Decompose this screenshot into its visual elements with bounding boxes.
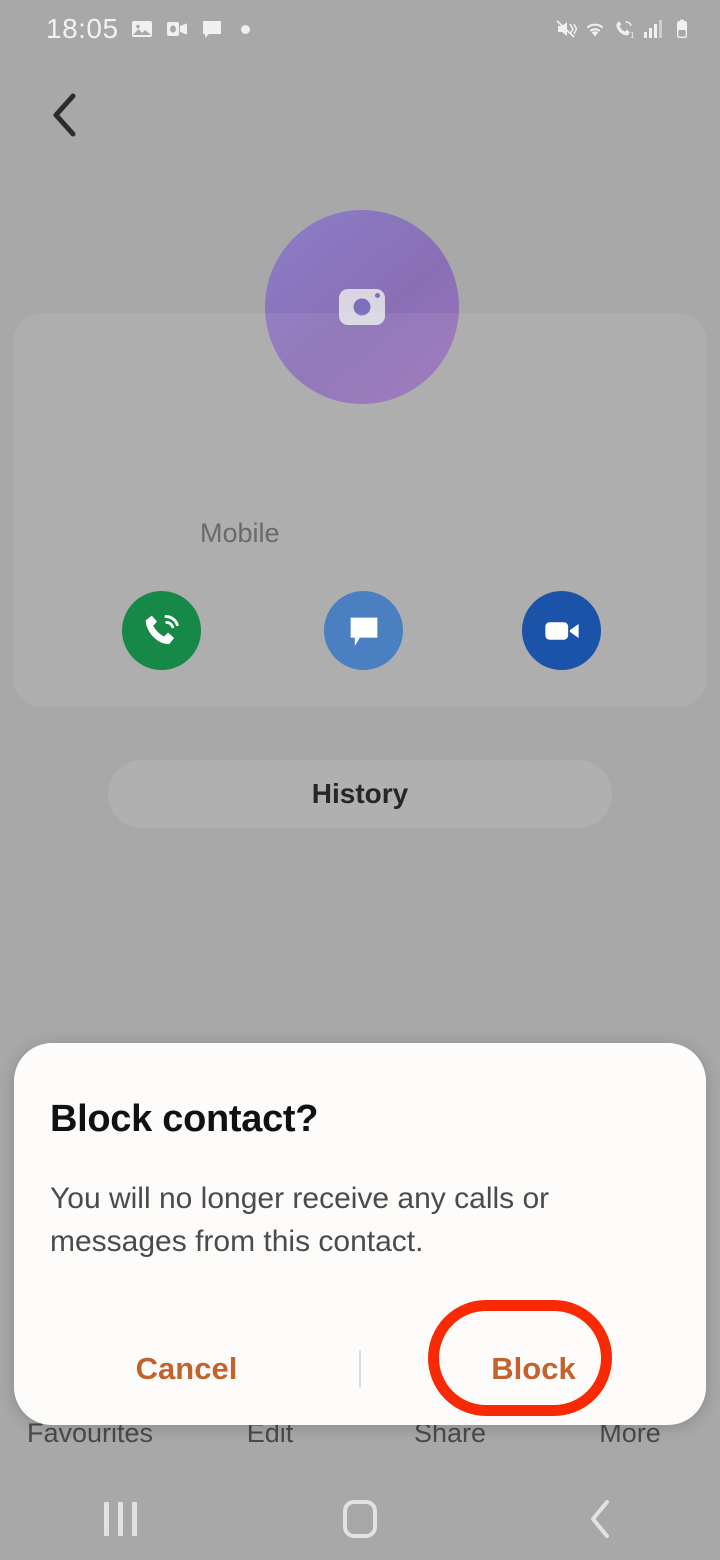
battery-icon — [677, 19, 687, 38]
wifi-calling-icon: 1 — [616, 21, 635, 40]
nav-back-button[interactable] — [480, 1498, 720, 1540]
chat-bubble-icon — [350, 617, 377, 646]
dialog-action-row: Cancel Block — [14, 1313, 706, 1425]
gallery-icon — [131, 21, 152, 37]
signal-bars-icon — [644, 20, 662, 38]
android-navigation-bar — [0, 1478, 720, 1560]
svg-text:1: 1 — [630, 31, 635, 40]
nav-recents-button[interactable] — [0, 1502, 240, 1536]
phone-number-type-label: Mobile — [200, 518, 280, 548]
recents-icon — [103, 1502, 137, 1536]
cancel-button[interactable]: Cancel — [14, 1351, 359, 1387]
status-bar-clock: 18:05 — [46, 13, 119, 44]
message-button[interactable] — [324, 591, 403, 670]
nav-home-button[interactable] — [240, 1500, 480, 1538]
dialog-title: Block contact? — [50, 1098, 319, 1140]
status-bar: 18:05 1 — [0, 0, 720, 58]
chevron-left-icon — [591, 1500, 609, 1538]
mute-vibrate-icon — [556, 20, 578, 38]
block-contact-dialog: Block contact? You will no longer receiv… — [14, 1043, 706, 1425]
messages-icon — [202, 21, 221, 38]
block-button[interactable]: Block — [361, 1351, 706, 1387]
history-label: History — [311, 778, 409, 809]
dialog-message: You will no longer receive any calls or … — [50, 1182, 550, 1258]
back-button[interactable] — [36, 86, 94, 144]
phone-wifi-calling-icon — [145, 614, 179, 644]
outlook-icon — [166, 22, 187, 36]
history-button[interactable]: History — [108, 760, 612, 828]
home-icon — [343, 1500, 377, 1538]
notification-dot-icon — [240, 24, 250, 34]
status-bar-left: 18:05 — [46, 13, 250, 45]
chevron-left-icon — [53, 93, 76, 137]
video-call-button[interactable] — [522, 591, 601, 670]
wifi-icon — [586, 23, 604, 37]
status-bar-right: 1 — [554, 17, 694, 41]
call-button[interactable] — [122, 591, 201, 670]
video-camera-icon — [544, 621, 579, 640]
